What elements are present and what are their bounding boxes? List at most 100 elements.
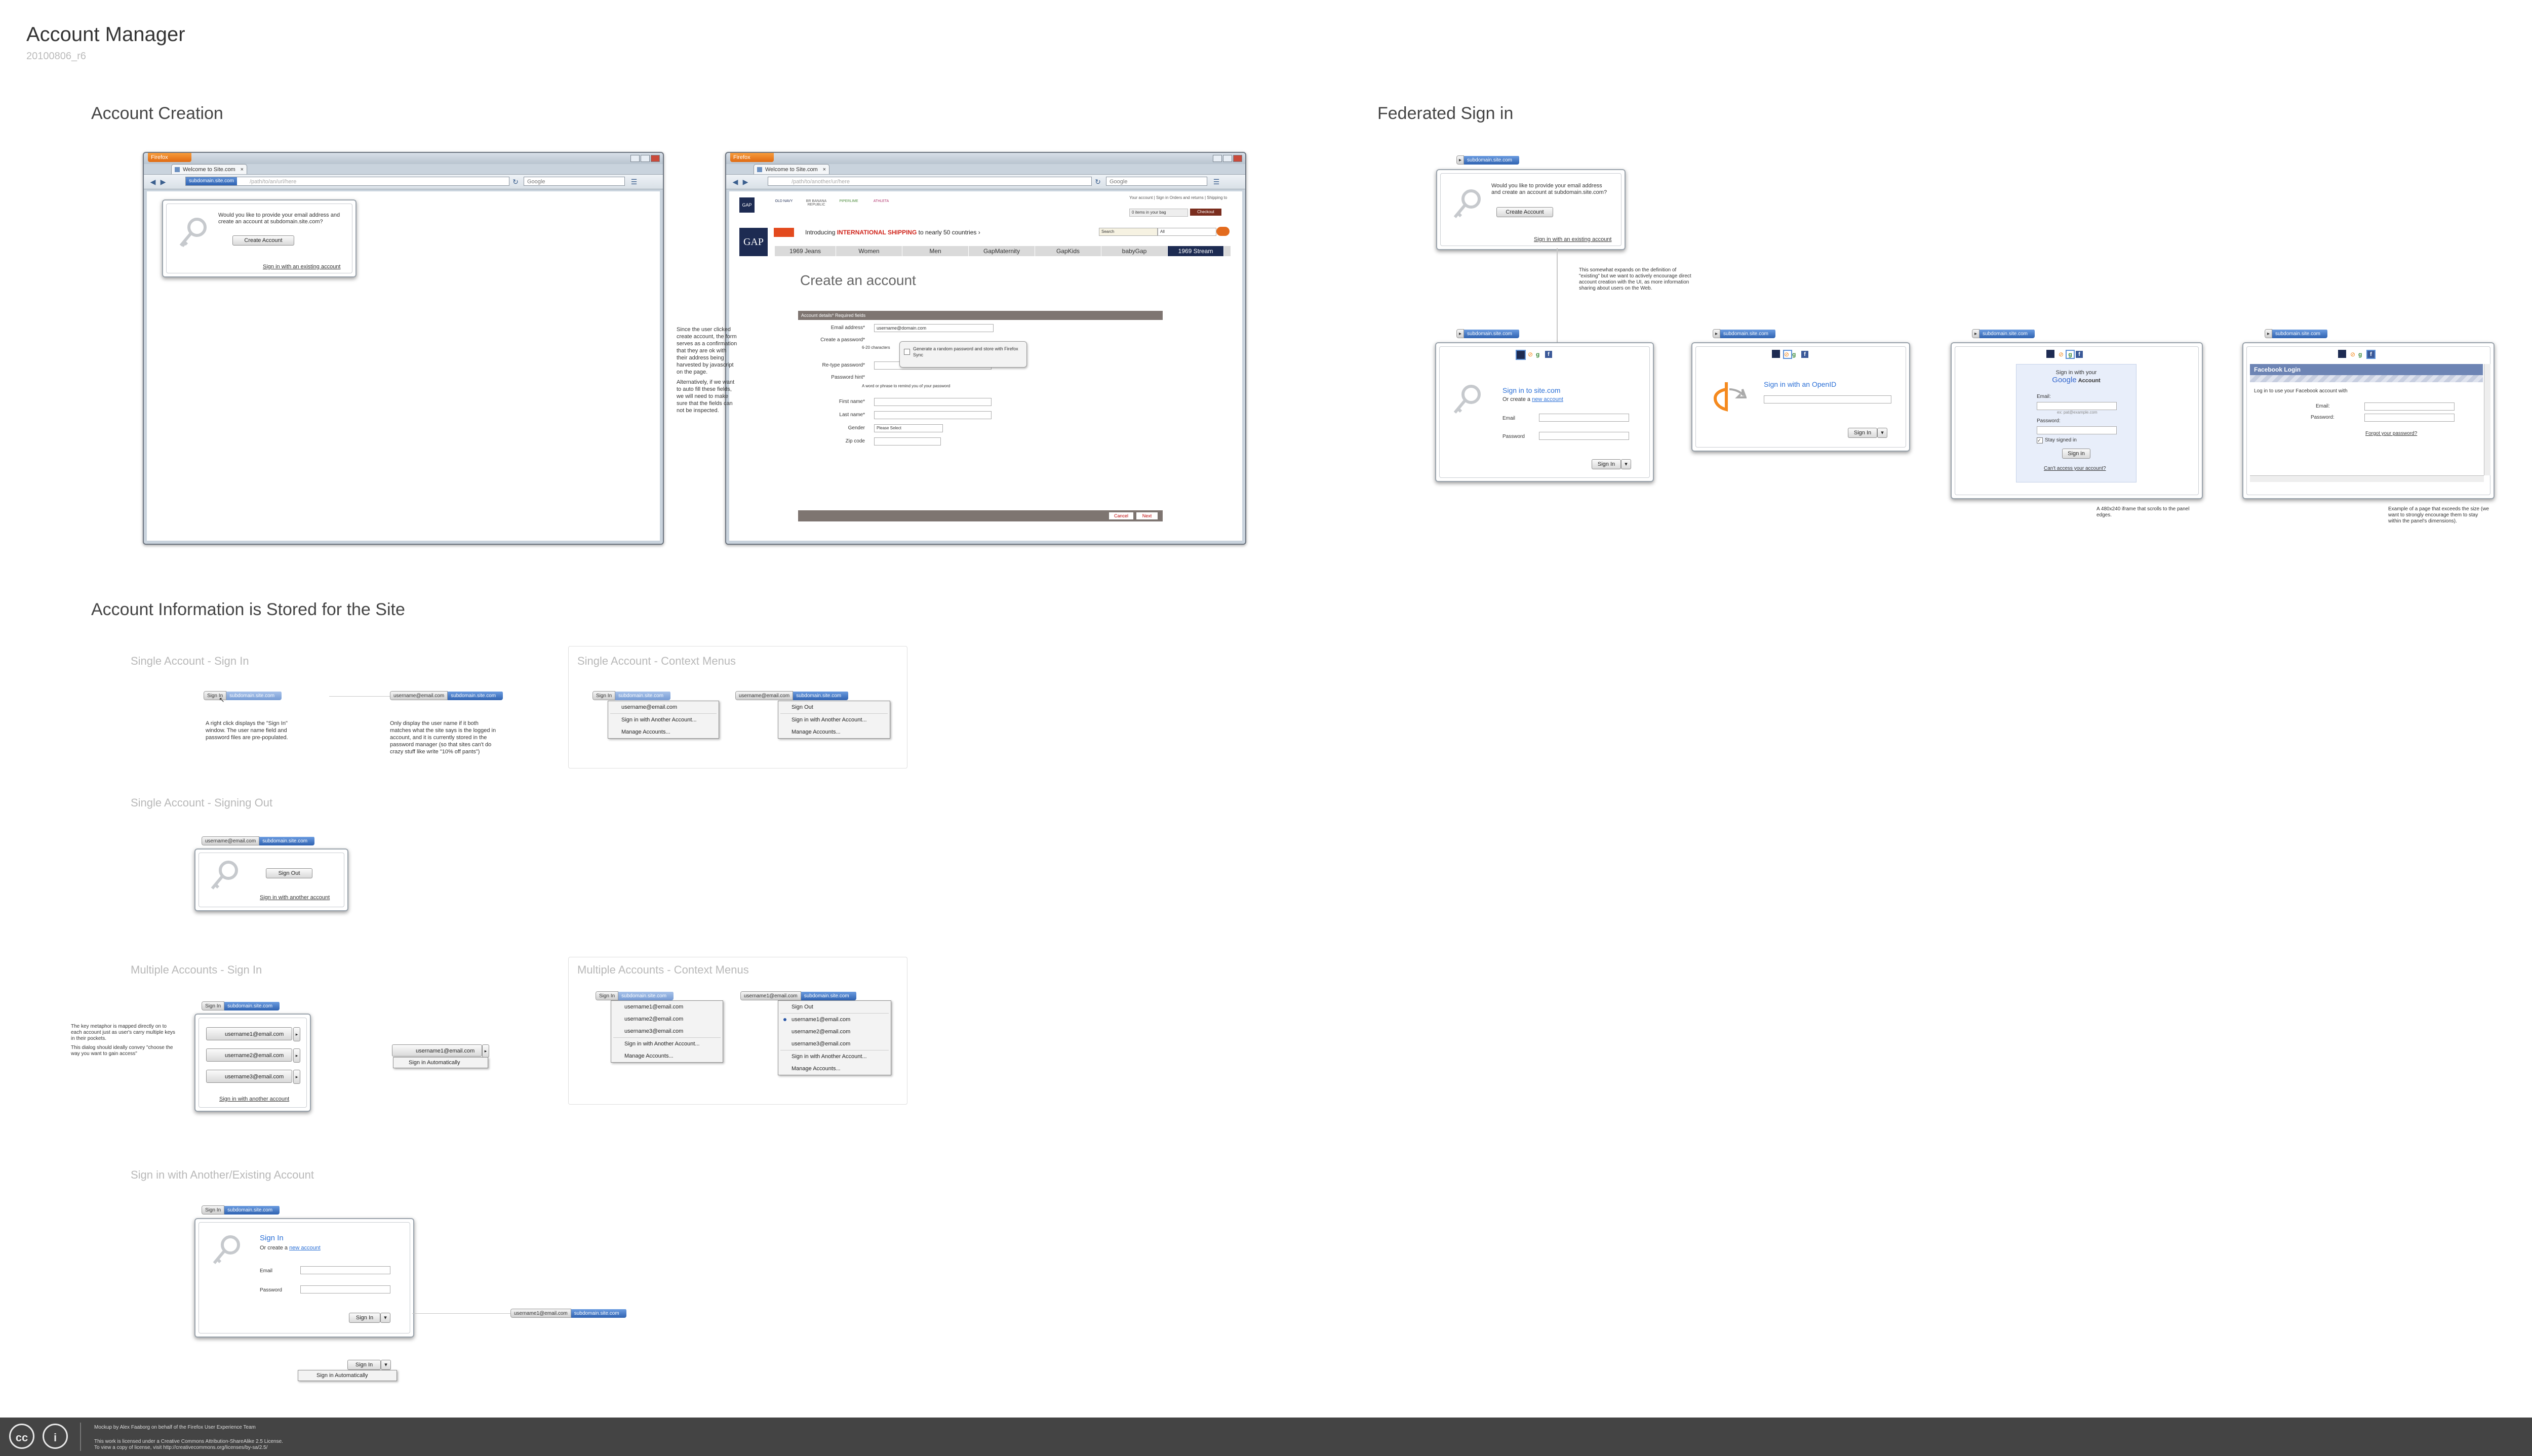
auto-signin-button[interactable]: Sign In	[347, 1360, 381, 1370]
menu-item-manage-accounts[interactable]: Manage Accounts...	[778, 726, 890, 738]
existing-account-link[interactable]: Sign in with an existing account	[263, 264, 340, 270]
account-button-2[interactable]: username2@email.com	[206, 1048, 292, 1062]
signout-pill[interactable]: username@email.com subdomain.site.com	[202, 836, 315, 845]
signin-dropdown-icon[interactable]: ▾	[1621, 459, 1631, 469]
firefox-menu-button[interactable]: Firefox	[730, 153, 774, 162]
account-links[interactable]: Your account | Sign in Orders and return…	[1129, 195, 1231, 200]
checkout-button[interactable]: Checkout	[1190, 209, 1221, 216]
menu-item-manage-accounts[interactable]: Manage Accounts...	[778, 1063, 891, 1075]
openid-provider-icon[interactable]: ⊘	[1783, 350, 1792, 359]
brand-gap[interactable]: GAP	[739, 197, 755, 213]
context-signin-pill[interactable]: Sign In subdomain.site.com	[592, 691, 671, 700]
multi-context-signin-pill[interactable]: Sign In subdomain.site.com	[596, 991, 674, 1000]
menu-item-username-1[interactable]: username1@email.com	[778, 1014, 891, 1026]
facebook-vertical-scrollbar[interactable]	[2484, 364, 2490, 475]
signin-dropdown-icon[interactable]: ▾	[1877, 428, 1887, 438]
password-input[interactable]	[300, 1285, 390, 1293]
menu-icon[interactable]: ☰	[1212, 178, 1220, 186]
identity-pill-openid[interactable]: ▸ subdomain.site.com	[1713, 329, 1775, 338]
window-controls[interactable]	[629, 155, 660, 165]
google-provider-icon[interactable]: g	[2358, 351, 2362, 358]
menu-item-another-account[interactable]: Sign in with Another Account...	[778, 1050, 891, 1063]
auto-account-button[interactable]: username1@email.com	[392, 1044, 482, 1057]
account-dropdown-icon[interactable]: ▸	[293, 1048, 300, 1063]
facebook-provider-icon[interactable]: f	[1801, 351, 1808, 358]
tab-close-icon[interactable]: ×	[823, 165, 826, 175]
menu-item-sign-in-automatically[interactable]: Sign in Automatically	[393, 1058, 488, 1068]
reload-icon[interactable]: ↻	[511, 178, 520, 186]
menu-item-username-2[interactable]: username2@email.com	[778, 1026, 891, 1038]
nav-gapkids[interactable]: GapKids	[1035, 246, 1101, 256]
first-name-input[interactable]	[874, 398, 992, 406]
reload-icon[interactable]: ↻	[1094, 178, 1102, 186]
brand-old-navy[interactable]: OLD NAVY	[770, 199, 798, 211]
menu-item-another-account[interactable]: Sign in with Another Account...	[778, 714, 890, 726]
facebook-email-input[interactable]	[2364, 402, 2455, 411]
back-icon[interactable]: ◀	[731, 178, 739, 186]
signin-dropdown-icon[interactable]: ▾	[380, 1313, 390, 1323]
forward-icon[interactable]: ▶	[159, 178, 167, 186]
generate-password-tooltip[interactable]: Generate a random password and store wit…	[899, 341, 1027, 368]
brand-piperlime[interactable]: PIPERLIME	[835, 199, 863, 211]
tab-close-icon[interactable]: ×	[241, 165, 244, 175]
facebook-provider-icon[interactable]: f	[2366, 350, 2376, 359]
gap-logo[interactable]: GAP	[739, 228, 768, 256]
menu-item-username[interactable]: username@email.com	[608, 701, 719, 713]
brand-athleta[interactable]: ATHLETA	[867, 199, 895, 211]
nav-women[interactable]: Women	[836, 246, 902, 256]
google-help-link[interactable]: Can't access your account?	[2044, 466, 2106, 471]
google-password-input[interactable]	[2037, 426, 2117, 434]
nav-gapmaternity[interactable]: GapMaternity	[969, 246, 1035, 256]
existing-account-link[interactable]: Sign in with an existing account	[1534, 236, 1611, 243]
facebook-forgot-link[interactable]: Forgot your password?	[2365, 431, 2417, 436]
search-box[interactable]: Google	[524, 177, 625, 186]
google-provider-icon[interactable]: g	[1536, 351, 1539, 358]
username-pill[interactable]: username@email.com subdomain.site.com	[390, 691, 503, 700]
menu-item-username-2[interactable]: username2@email.com	[611, 1013, 723, 1025]
facebook-horizontal-scrollbar[interactable]	[2250, 475, 2484, 482]
other-signin-pill[interactable]: Sign In subdomain.site.com	[202, 1205, 280, 1215]
openid-input[interactable]	[1764, 395, 1891, 403]
brand-banana-republic[interactable]: BR BANANA REPUBLIC	[802, 199, 830, 211]
account-button-3[interactable]: username3@email.com	[206, 1070, 292, 1083]
menu-item-username-3[interactable]: username3@email.com	[778, 1038, 891, 1050]
multi-signin-pill[interactable]: Sign In subdomain.site.com	[202, 1001, 280, 1010]
account-dropdown-icon[interactable]: ▸	[293, 1027, 300, 1041]
nav-1969-jeans[interactable]: 1969 Jeans	[775, 246, 836, 256]
nav-men[interactable]: Men	[902, 246, 969, 256]
bag-summary[interactable]: 0 items in your bag	[1129, 209, 1188, 217]
stay-signed-in-checkbox[interactable]: ✓	[2037, 437, 2043, 443]
signin-button[interactable]: Sign In	[1592, 459, 1621, 469]
nav-babygap[interactable]: babyGap	[1101, 246, 1168, 256]
multi-another-link[interactable]: Sign in with another account	[219, 1096, 289, 1103]
tab-welcome[interactable]: Welcome to Site.com ×	[754, 164, 829, 174]
site-provider-icon[interactable]	[2338, 350, 2346, 358]
signin-pill[interactable]: Sign In subdomain.site.com	[204, 691, 282, 700]
context-username-pill[interactable]: username@email.com subdomain.site.com	[735, 691, 849, 700]
google-provider-icon[interactable]: g	[1792, 351, 1796, 358]
next-button[interactable]: Next	[1136, 512, 1158, 519]
footer-license-url[interactable]: To view a copy of license, visit http://…	[94, 1445, 267, 1451]
facebook-password-input[interactable]	[2364, 414, 2455, 422]
window-controls[interactable]	[1212, 155, 1242, 165]
gender-select[interactable]: Please Select	[874, 424, 943, 432]
other-signin-button[interactable]: Sign In	[349, 1313, 380, 1323]
auto-signin-dropdown-icon[interactable]: ▾	[381, 1360, 391, 1370]
menu-icon[interactable]: ☰	[630, 178, 638, 186]
url-bar[interactable]: /path/to/another/ur/here	[768, 177, 1092, 186]
openid-provider-icon[interactable]: ⊘	[2350, 351, 2355, 358]
forward-icon[interactable]: ▶	[741, 178, 749, 186]
other-result-pill[interactable]: username1@email.com subdomain.site.com	[510, 1309, 626, 1318]
site-provider-icon[interactable]	[1772, 350, 1780, 358]
gap-search-input[interactable]: Search	[1099, 228, 1158, 236]
email-input[interactable]	[1539, 414, 1629, 422]
menu-item-sign-out[interactable]: Sign Out	[778, 1001, 891, 1013]
identity-pill-facebook[interactable]: ▸ subdomain.site.com	[2265, 329, 2327, 338]
tooltip-checkbox[interactable]	[904, 349, 910, 355]
signout-another-link[interactable]: Sign in with another account	[260, 895, 330, 901]
menu-item-username-3[interactable]: username3@email.com	[611, 1025, 723, 1037]
create-account-button[interactable]: Create Account	[1496, 207, 1553, 217]
gap-search-scope[interactable]: All	[1158, 228, 1216, 236]
gap-search-go-icon[interactable]	[1216, 227, 1230, 236]
identity-pill-google[interactable]: ▸ subdomain.site.com	[1972, 329, 2035, 338]
